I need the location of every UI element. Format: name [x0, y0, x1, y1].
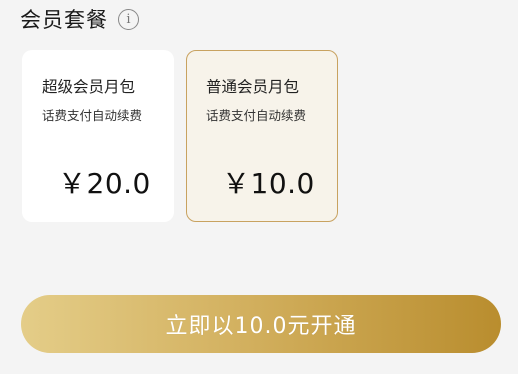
- plan-name: 超级会员月包: [42, 78, 136, 96]
- section-title: 会员套餐: [20, 8, 108, 32]
- plan-price: ￥10.0: [222, 167, 315, 200]
- plan-price: ￥20.0: [58, 167, 151, 200]
- plan-description: 话费支付自动续费: [206, 108, 307, 123]
- plan-card-super[interactable]: 超级会员月包 话费支付自动续费 ￥20.0: [22, 50, 174, 222]
- plan-name: 普通会员月包: [206, 78, 300, 96]
- info-icon[interactable]: i: [118, 8, 139, 30]
- open-membership-button[interactable]: 立即以10.0元开通: [21, 295, 501, 353]
- plan-card-normal-selected[interactable]: 普通会员月包 话费支付自动续费 ￥10.0: [186, 50, 338, 222]
- plan-description: 话费支付自动续费: [42, 108, 143, 123]
- section-header: 会员套餐 i: [20, 4, 139, 34]
